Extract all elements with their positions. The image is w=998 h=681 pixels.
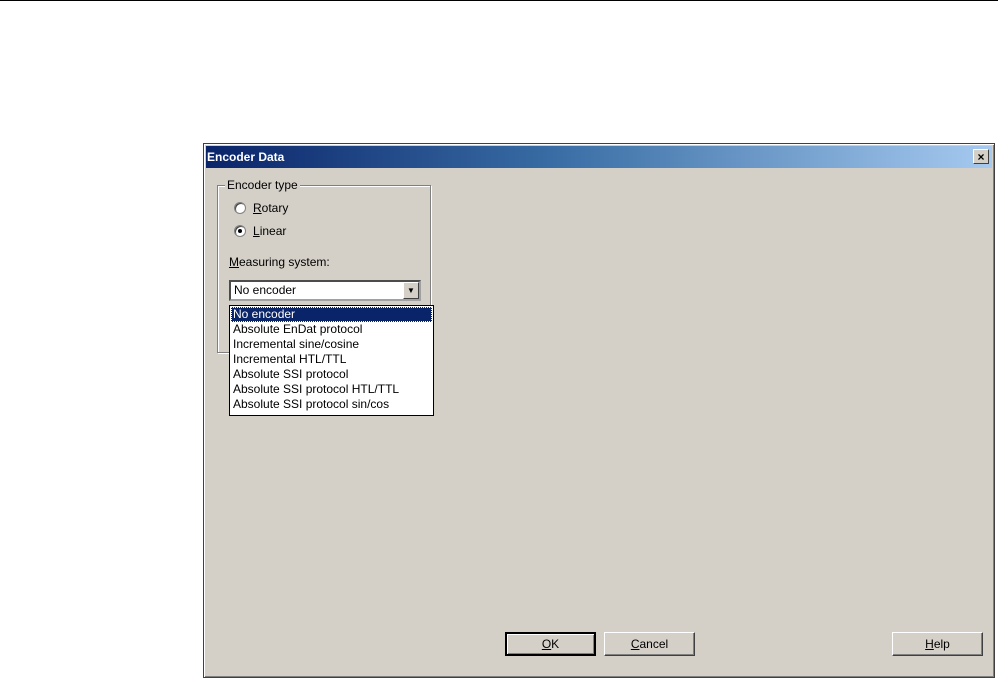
radio-rotary-circle[interactable]	[234, 202, 246, 214]
dropdown-option[interactable]: Absolute SSI protocol	[231, 367, 432, 382]
encoder-data-dialog: Encoder Data × Encoder type Rotary Linea…	[203, 143, 995, 678]
measuring-system-value: No encoder	[234, 283, 297, 297]
radio-linear-dot	[238, 229, 242, 233]
dropdown-option[interactable]: Incremental HTL/TTL	[231, 352, 432, 367]
radio-rotary-label[interactable]: Rotary	[253, 200, 288, 216]
dropdown-option[interactable]: Incremental sine/cosine	[231, 337, 432, 352]
radio-linear-label[interactable]: Linear	[253, 223, 286, 239]
title-bar[interactable]: Encoder Data ×	[206, 146, 992, 168]
radio-linear-circle[interactable]	[234, 225, 246, 237]
close-button[interactable]: ×	[973, 149, 989, 164]
dropdown-option[interactable]: Absolute SSI protocol HTL/TTL	[231, 382, 432, 397]
encoder-type-label: Encoder type	[225, 178, 300, 193]
measuring-system-label: Measuring system:	[229, 255, 330, 269]
measuring-system-dropdown-list: No encoder Absolute EnDat protocol Incre…	[229, 305, 434, 416]
dropdown-option[interactable]: Absolute EnDat protocol	[231, 322, 432, 337]
close-icon: ×	[977, 149, 985, 164]
measuring-system-select[interactable]: No encoder ▼	[229, 280, 421, 301]
dropdown-option[interactable]: No encoder	[231, 307, 432, 322]
ok-button[interactable]: OK	[505, 632, 596, 656]
help-button[interactable]: Help	[892, 632, 983, 656]
chevron-down-icon: ▼	[407, 286, 415, 295]
dialog-title: Encoder Data	[207, 150, 285, 164]
top-rule	[0, 0, 998, 1]
dropdown-arrow-button[interactable]: ▼	[403, 282, 419, 299]
cancel-button[interactable]: Cancel	[604, 632, 695, 656]
dropdown-option[interactable]: Absolute SSI protocol sin/cos	[231, 397, 432, 412]
